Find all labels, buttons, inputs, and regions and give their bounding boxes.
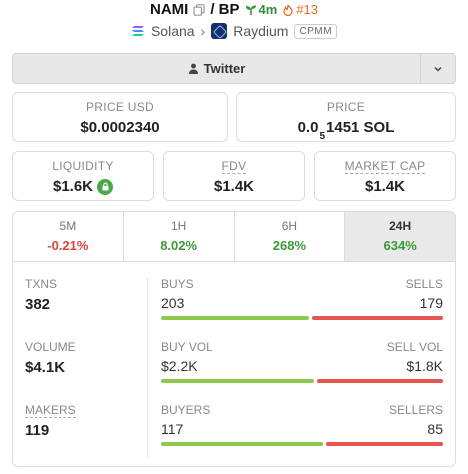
- makers-stat: MAKERS 119: [25, 403, 76, 439]
- tab-6h-label: 6H: [281, 219, 298, 233]
- sellers-bar-fill: [325, 442, 443, 446]
- buyers-value: 117: [161, 421, 184, 437]
- liquidity-card: LIQUIDITY $1.6K: [12, 151, 154, 201]
- volume-stat: VOLUME $4.1K: [25, 340, 76, 376]
- solana-icon: [131, 25, 145, 37]
- buys-bar-fill: [161, 316, 309, 320]
- price-native-rest: 1451 SOL: [326, 119, 395, 136]
- pair-header: NAMI / BP 4m #13 Solana › Raydium CPMM: [0, 0, 468, 50]
- txns-label: TXNS: [25, 277, 58, 291]
- age-value: 4m: [258, 2, 278, 17]
- twitter-label: Twitter: [203, 61, 246, 76]
- chevron-down-icon: [433, 64, 443, 74]
- pool-type-badge: CPMM: [294, 23, 338, 39]
- makers-value: 119: [25, 422, 50, 439]
- sellers-label: SELLERS: [388, 403, 443, 417]
- tab-6h[interactable]: 6H 268%: [235, 212, 346, 261]
- sells-label: SELLS: [405, 277, 443, 291]
- trade-stats: TXNS 382 BUYS SELLS 203 179 VOLUME $4.1K B…: [13, 263, 455, 466]
- dex-link[interactable]: Raydium: [233, 23, 288, 39]
- tab-24h-label: 24H: [389, 219, 412, 233]
- twitter-button[interactable]: Twitter: [13, 54, 421, 83]
- volume-label: VOLUME: [25, 340, 76, 354]
- lock-icon[interactable]: [97, 178, 114, 195]
- trending-rank[interactable]: #13: [282, 2, 318, 17]
- quote-symbol: / BP: [210, 1, 240, 18]
- user-icon: [188, 63, 199, 74]
- price-usd-card: PRICE USD $0.0002340: [12, 92, 228, 142]
- chain-link[interactable]: Solana: [151, 23, 195, 39]
- buyers-sellers-stat: BUYERS SELLERS 117 85: [161, 403, 443, 446]
- buys-label: BUYS: [161, 277, 194, 291]
- liquidity-value-row: $1.6K: [13, 178, 153, 195]
- twitter-bar: Twitter: [12, 53, 456, 84]
- buyers-sellers-bar: [161, 442, 443, 446]
- tab-1h-label: 1H: [170, 219, 187, 233]
- token-symbol: NAMI: [149, 1, 189, 18]
- pair-age: 4m: [245, 2, 278, 17]
- price-usd-label: PRICE USD: [85, 100, 155, 114]
- chain-breadcrumb: Solana › Raydium CPMM: [0, 23, 468, 39]
- price-native-zero-count: 5: [319, 131, 326, 142]
- tab-24h[interactable]: 24H 634%: [345, 212, 455, 261]
- market-cap-label: MARKET CAP: [344, 159, 426, 174]
- sellers-value: 85: [427, 421, 443, 437]
- copy-icon[interactable]: [193, 3, 205, 16]
- sell-vol-value: $1.8K: [406, 358, 443, 374]
- sells-value: 179: [419, 295, 443, 311]
- seedling-icon: [245, 4, 257, 16]
- buys-sells-bar: [161, 316, 443, 320]
- stats-divider: [147, 277, 148, 457]
- liquidity-label: LIQUIDITY: [52, 159, 114, 173]
- fdv-value: $1.4K: [213, 178, 255, 195]
- raydium-icon: [211, 23, 228, 39]
- sells-bar-fill: [311, 316, 443, 320]
- socials-dropdown-button[interactable]: [421, 54, 455, 83]
- txns-value: 382: [25, 296, 51, 313]
- makers-label: MAKERS: [25, 403, 76, 418]
- buy-vol-label: BUY VOL: [161, 340, 213, 354]
- buys-value: 203: [161, 295, 185, 311]
- price-native-card: PRICE 0.051451 SOL: [236, 92, 456, 142]
- price-usd-value: $0.0002340: [80, 119, 160, 136]
- tab-1h-change: 8.02%: [160, 238, 198, 253]
- chevron-right-icon: ›: [200, 23, 206, 39]
- rank-value: #13: [296, 2, 318, 17]
- tab-5m[interactable]: 5M -0.21%: [13, 212, 124, 261]
- pair-title-row: NAMI / BP 4m #13: [0, 1, 468, 18]
- fdv-card: FDV $1.4K: [163, 151, 305, 201]
- timeframe-tabs: 5M -0.21% 1H 8.02% 6H 268% 24H 634%: [13, 212, 455, 262]
- buyers-label: BUYERS: [161, 403, 211, 417]
- buy-sell-volume-stat: BUY VOL SELL VOL $2.2K $1.8K: [161, 340, 443, 383]
- buy-vol-bar-fill: [161, 379, 315, 383]
- buy-sell-vol-bar: [161, 379, 443, 383]
- tab-5m-change: -0.21%: [47, 238, 89, 253]
- tab-5m-label: 5M: [59, 219, 77, 233]
- tab-24h-change: 634%: [383, 238, 417, 253]
- liquidity-value: $1.6K: [52, 178, 94, 195]
- buyers-bar-fill: [161, 442, 323, 446]
- flame-icon: [282, 4, 294, 16]
- buy-vol-value: $2.2K: [161, 358, 198, 374]
- tab-6h-change: 268%: [272, 238, 306, 253]
- price-native-value: 0.051451 SOL: [237, 119, 455, 142]
- volume-value: $4.1K: [25, 359, 66, 376]
- price-native-label: PRICE: [326, 100, 366, 114]
- fdv-label: FDV: [221, 159, 247, 174]
- txns-stat: TXNS 382: [25, 277, 57, 313]
- sell-vol-label: SELL VOL: [386, 340, 443, 354]
- price-native-prefix: 0.0: [297, 119, 319, 136]
- market-cap-card: MARKET CAP $1.4K: [314, 151, 456, 201]
- timeframe-stats-panel: 5M -0.21% 1H 8.02% 6H 268% 24H 634% TXNS…: [12, 211, 456, 467]
- sell-vol-bar-fill: [317, 379, 443, 383]
- buys-sells-stat: BUYS SELLS 203 179: [161, 277, 443, 320]
- tab-1h[interactable]: 1H 8.02%: [124, 212, 235, 261]
- market-cap-value: $1.4K: [364, 178, 406, 195]
